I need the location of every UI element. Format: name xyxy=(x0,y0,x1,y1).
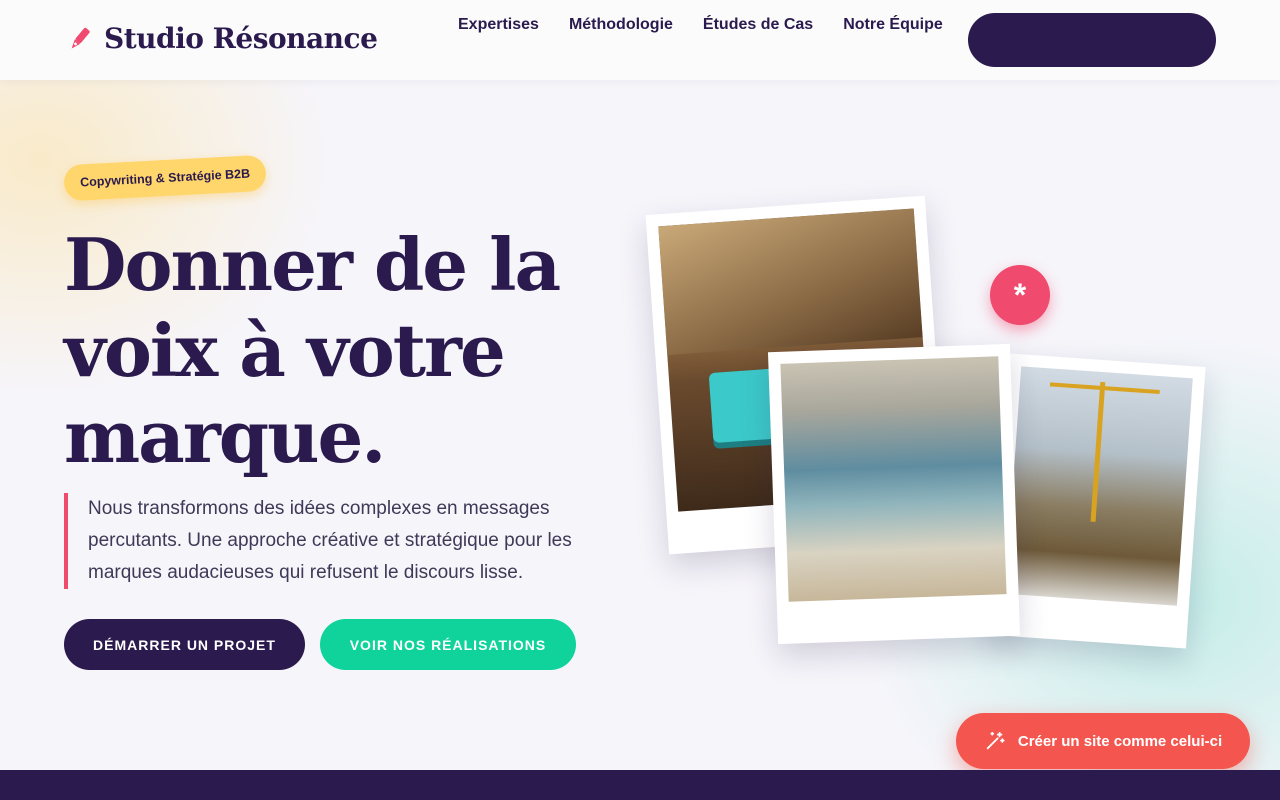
nav-methodologie[interactable]: Méthodologie xyxy=(569,16,673,34)
start-project-button[interactable]: DÉMARRER UN PROJET xyxy=(64,619,305,670)
pen-nib-icon xyxy=(71,27,90,49)
create-site-label: Créer un site comme celui-ci xyxy=(1017,732,1223,750)
site-header: Studio Résonance Expertises Méthodologie… xyxy=(0,0,1280,80)
hero-title: Donner de la voix à votre marque. xyxy=(64,222,561,479)
create-site-button[interactable]: Créer un site comme celui-ci xyxy=(956,713,1250,769)
magic-wand-icon xyxy=(986,731,1005,750)
main-nav: Expertises Méthodologie Études de Cas No… xyxy=(458,16,943,34)
asterisk-badge: * xyxy=(990,265,1050,325)
polaroid-ocean xyxy=(767,343,1021,645)
nav-etudes-de-cas[interactable]: Études de Cas xyxy=(703,16,813,34)
construction-crane-photo xyxy=(1005,366,1193,606)
polaroid-construction xyxy=(990,353,1206,649)
nav-expertises[interactable]: Expertises xyxy=(458,16,539,34)
header-cta-button[interactable] xyxy=(968,13,1216,67)
logo[interactable]: Studio Résonance xyxy=(64,22,378,55)
hero-lead: Nous transformons des idées complexes en… xyxy=(64,493,584,589)
logo-text: Studio Résonance xyxy=(104,22,378,55)
footer-strip xyxy=(0,770,1280,800)
ocean-wave-photo xyxy=(780,356,1007,602)
view-work-button[interactable]: VOIR NOS RÉALISATIONS xyxy=(320,619,576,670)
nav-notre-equipe[interactable]: Notre Équipe xyxy=(843,16,943,34)
